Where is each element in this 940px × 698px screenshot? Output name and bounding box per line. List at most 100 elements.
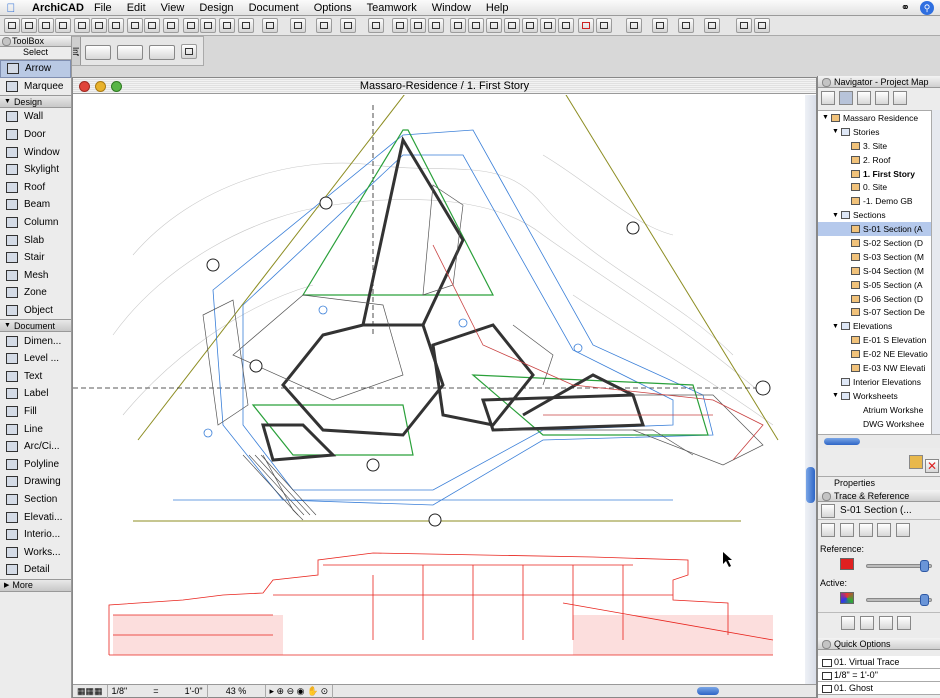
zoom-icon[interactable] xyxy=(736,18,752,33)
delete-icon[interactable] xyxy=(428,18,444,33)
copy-icon[interactable] xyxy=(91,18,107,33)
copy-trace-icon[interactable] xyxy=(897,616,912,630)
rotated-method-button[interactable] xyxy=(149,45,175,60)
tool-dimension[interactable]: Dimen... xyxy=(0,332,71,350)
close-icon[interactable] xyxy=(79,81,90,92)
tool-worksheet[interactable]: Works... xyxy=(0,543,71,561)
active-slider[interactable] xyxy=(866,594,932,606)
help-toolbar-icon[interactable] xyxy=(754,18,770,33)
3d-view-icon[interactable] xyxy=(678,18,694,33)
menu-teamwork[interactable]: Teamwork xyxy=(367,2,417,14)
project-map-item[interactable]: E-01 S Elevation xyxy=(818,333,931,347)
tool-window[interactable]: Window xyxy=(0,143,71,161)
project-map-item[interactable]: Interior Elevations xyxy=(818,375,931,389)
find-select-icon[interactable] xyxy=(163,18,179,33)
active-color-icon[interactable] xyxy=(840,592,854,604)
navigator-mode-icon[interactable] xyxy=(821,91,835,105)
zoom-controls[interactable]: ▸ ⊕ ⊖ ◉ ✋ ⊙ xyxy=(266,684,334,698)
fill-display-icon[interactable] xyxy=(340,18,356,33)
project-map-item[interactable]: ▼ Stories xyxy=(818,125,931,139)
project-map-item[interactable]: ▼ Worksheets xyxy=(818,389,931,403)
tool-stair[interactable]: Stair xyxy=(0,249,71,267)
tool-wall[interactable]: Wall xyxy=(0,108,71,126)
drawing-canvas[interactable] xyxy=(73,95,805,685)
new-folder-icon[interactable] xyxy=(909,455,923,469)
layout-book-icon[interactable] xyxy=(875,91,889,105)
swap-trace-icon[interactable] xyxy=(877,523,892,537)
elevate-icon[interactable] xyxy=(486,18,502,33)
project-map-item[interactable]: Atrium Workshe xyxy=(818,403,931,417)
tree-scrollbar[interactable] xyxy=(931,110,940,434)
tool-marquee[interactable]: Marquee xyxy=(0,78,71,96)
project-map-item[interactable]: E-03 NW Elevati xyxy=(818,361,931,375)
print-icon[interactable] xyxy=(55,18,71,33)
rectangle-method-button[interactable] xyxy=(117,45,143,60)
tree-hscroll[interactable] xyxy=(818,434,940,448)
horizontal-scroll-thumb[interactable] xyxy=(697,687,719,695)
publisher-icon[interactable] xyxy=(893,91,907,105)
reference-color-swatch[interactable] xyxy=(840,558,854,570)
tool-skylight[interactable]: Skylight xyxy=(0,161,71,179)
reference-slider-knob[interactable] xyxy=(920,560,930,572)
toolbar-grip-icon[interactable] xyxy=(596,18,612,33)
open-file-icon[interactable] xyxy=(21,18,37,33)
tool-slab[interactable]: Slab xyxy=(0,231,71,249)
group-more[interactable]: More xyxy=(0,578,71,592)
split-icon[interactable] xyxy=(558,18,574,33)
tool-text[interactable]: Text xyxy=(0,368,71,386)
show-trace-icon[interactable] xyxy=(821,523,835,537)
menu-edit[interactable]: Edit xyxy=(127,2,146,14)
rotate-trace-icon[interactable] xyxy=(858,523,873,537)
reference-slider[interactable] xyxy=(866,560,932,572)
guide-lines-icon[interactable] xyxy=(290,18,306,33)
window-titlebar[interactable]: Massaro-Residence / 1. First Story xyxy=(73,78,816,94)
inject-icon[interactable] xyxy=(200,18,216,33)
menu-options[interactable]: Options xyxy=(314,2,352,14)
fillet-icon[interactable] xyxy=(540,18,556,33)
quick-option-scale[interactable]: 1/8" = 1'-0" xyxy=(818,669,940,682)
view-icons[interactable]: ▦▦▦ xyxy=(73,684,108,698)
project-map-item[interactable]: 2. Roof xyxy=(818,153,931,167)
mirror-icon[interactable] xyxy=(450,18,466,33)
tool-mesh[interactable]: Mesh xyxy=(0,267,71,285)
project-map-item[interactable]: -1. Demo GB xyxy=(818,194,931,208)
disclosure-icon[interactable]: ▼ xyxy=(822,114,831,121)
tool-zone[interactable]: Zone xyxy=(0,284,71,302)
tool-roof[interactable]: Roof xyxy=(0,179,71,197)
tool-arrow[interactable]: Arrow xyxy=(0,60,71,78)
trace-current-row[interactable]: S-01 Section (... xyxy=(818,502,940,520)
tool-fill[interactable]: Fill xyxy=(0,403,71,421)
tool-column[interactable]: Column xyxy=(0,214,71,232)
menu-document[interactable]: Document xyxy=(249,2,299,14)
menu-design[interactable]: Design xyxy=(199,2,233,14)
compare-icon[interactable] xyxy=(841,616,855,630)
plan-view-icon[interactable] xyxy=(652,18,668,33)
project-map-item[interactable]: ▼ Elevations xyxy=(818,319,931,333)
new-file-icon[interactable] xyxy=(4,18,20,33)
zoom-field[interactable]: 43 % xyxy=(208,684,266,698)
minimize-icon[interactable] xyxy=(95,81,106,92)
trace-icon[interactable] xyxy=(578,18,594,33)
menu-help[interactable]: Help xyxy=(486,2,509,14)
project-map-item[interactable]: 1. First Story xyxy=(818,167,931,181)
properties-toggle[interactable]: Properties xyxy=(818,476,940,488)
tool-beam[interactable]: Beam xyxy=(0,196,71,214)
tool-polyline[interactable]: Polyline xyxy=(0,455,71,473)
paste-icon[interactable] xyxy=(108,18,124,33)
reset-trace-icon[interactable] xyxy=(896,523,911,537)
menu-file[interactable]: File xyxy=(94,2,112,14)
window-layout-icon[interactable] xyxy=(626,18,642,33)
project-map-item[interactable]: ▼ Sections xyxy=(818,208,931,222)
project-map-item[interactable]: DWG Workshee xyxy=(818,417,931,431)
active-slider-knob[interactable] xyxy=(920,594,930,606)
vertical-scroll-thumb[interactable] xyxy=(806,467,815,503)
cut-icon[interactable] xyxy=(74,18,90,33)
disclosure-icon[interactable]: ▼ xyxy=(832,128,841,135)
redo-icon[interactable] xyxy=(144,18,160,33)
project-map-item[interactable]: S-06 Section (D xyxy=(818,292,931,306)
stack-icon[interactable] xyxy=(878,616,893,630)
trace-toggle-icon[interactable] xyxy=(821,503,835,518)
section-marker-icon[interactable] xyxy=(410,18,426,33)
magic-wand-icon[interactable] xyxy=(238,18,254,33)
project-map-item[interactable]: S-05 Section (A xyxy=(818,278,931,292)
